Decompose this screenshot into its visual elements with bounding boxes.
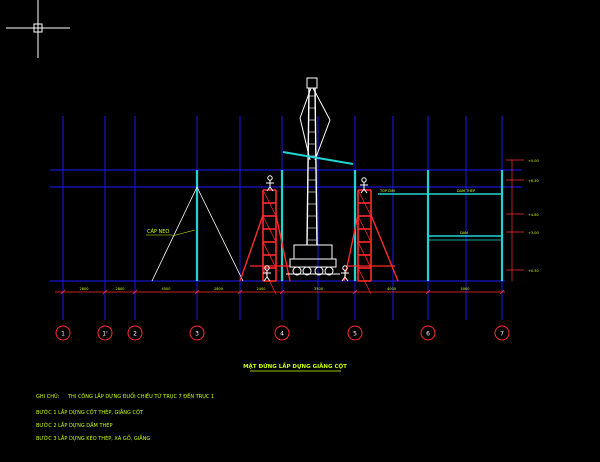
notes-header-label: GHI CHÚ: [36,393,60,400]
beam-label-top-left: TOP DIM [379,189,395,193]
notes-step-1: BƯỚC 1 LẮP DỰNG CỘT THÉP, GIẰNG CỘT [36,408,144,416]
beam-label-mid: DAM [460,231,468,235]
dimension-value-1: 2800 [80,287,89,291]
axis-bubble-label: 2 [133,331,137,338]
cad-drawing-viewport[interactable]: CÁP NEO TOP DIM DAM THEP DAM +0.00 +6.50 +4.60… [0,0,600,462]
axis-bubble-label: 5 [353,331,357,338]
level-label-1: +0.00 [528,159,539,163]
dimension-value-2: 2800 [116,287,125,291]
level-label-4: +3.00 [528,231,539,235]
axis-bubble-label: 7 [500,331,504,338]
dimension-value-5: 2400 [257,287,266,291]
axis-bubble-label: 4 [280,331,284,338]
drawing-title: MẶT ĐỨNG LẮP DỰNG GIẰNG CỘT [243,362,347,370]
dimension-value-4: 2800 [214,287,223,291]
cap-neo-label: CÁP NEO [147,228,169,235]
axis-bubble-label: 1' [102,331,108,338]
dimension-value-7: 4000 [387,287,396,291]
dimension-value-3: 4500 [162,287,171,291]
level-label-2: +6.50 [528,179,539,183]
axis-bubble-label: 3 [195,331,199,338]
dimension-value-8: 5000 [461,287,470,291]
level-label-3: +4.60 [528,213,539,217]
notes-step-2: BƯỚC 2 LẮP DỰNG DẦM THÉP [36,421,112,429]
notes-header-text: THI CÔNG LẮP DỰNG ĐUỔI CHIỀU TỪ TRỤC 7 Đ… [67,392,214,400]
axis-bubble-label: 6 [426,331,430,338]
dimension-value-6: 3500 [314,287,323,291]
axis-bubble-label: 1 [61,331,65,338]
beam-label-top-right: DAM THEP [457,189,475,193]
level-label-5: +0.50 [528,269,539,273]
